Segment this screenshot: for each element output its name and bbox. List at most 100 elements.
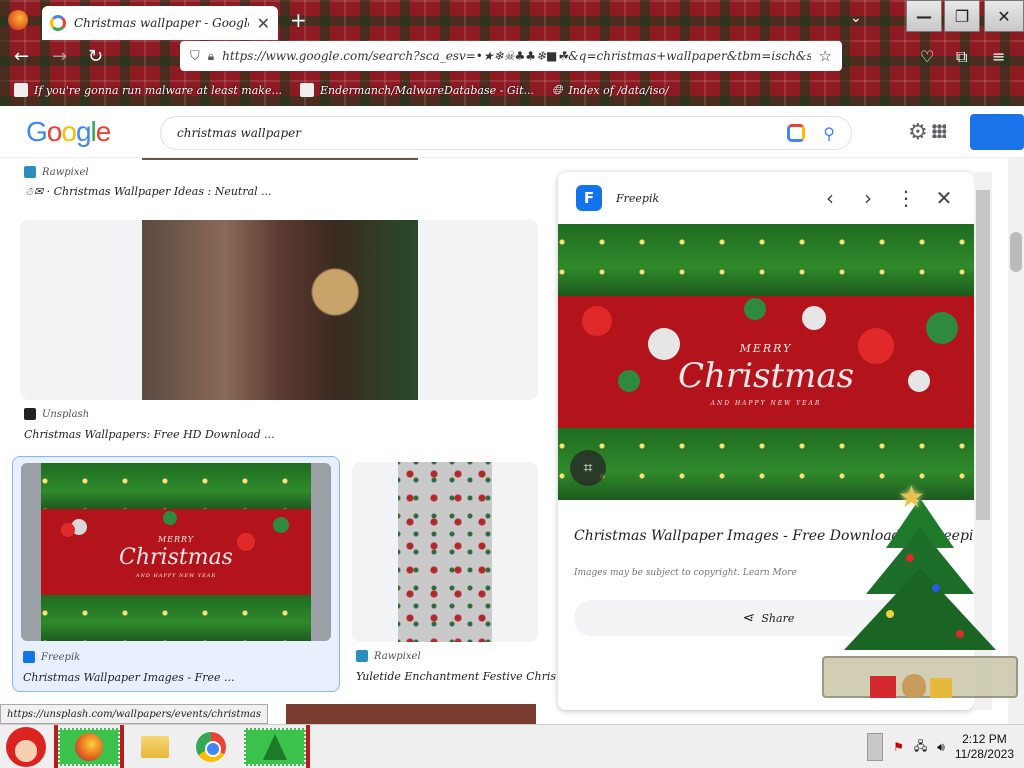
tab-bar: Christmas wallpaper - Google Search ✕ + …	[0, 0, 1024, 40]
bookmark-label: Index of /data/iso/	[568, 83, 669, 97]
close-icon[interactable]: ✕	[932, 186, 956, 210]
bookmark-item-malware-database[interactable]: Endermanch/MalwareDatabase - Git...	[299, 83, 535, 97]
result-source[interactable]: Rawpixel	[356, 650, 421, 662]
taskbar-firefox[interactable]	[58, 728, 120, 766]
ornament	[926, 312, 958, 344]
christmas-tree-overlay[interactable]: ★	[820, 480, 1020, 716]
ornament	[744, 298, 766, 320]
bookmark-favicon-icon	[299, 83, 314, 97]
thumb-sub: AND HAPPY NEW YEAR	[135, 573, 217, 579]
tree-ornament	[886, 610, 894, 618]
result-image[interactable]	[398, 462, 492, 642]
search-icon[interactable]: ⚲	[823, 124, 835, 143]
chevron-down-icon[interactable]: ⌄	[850, 10, 862, 26]
result-card[interactable]	[352, 462, 538, 642]
taskbar: ⚑ 🖧︎ 🔊︎ 2:12 PM 11/28/2023	[0, 724, 1024, 768]
clock-date: 11/28/2023	[954, 747, 1014, 761]
search-box[interactable]: christmas wallpaper ⚲	[160, 116, 852, 150]
chevron-right-icon[interactable]: ›	[856, 186, 880, 210]
ornament	[163, 511, 177, 525]
forward-button[interactable]: →	[52, 46, 67, 67]
shield-icon[interactable]: ⛉	[190, 49, 200, 64]
clock[interactable]: 2:12 PM 11/28/2023	[955, 732, 1014, 762]
extensions-icon[interactable]: ⧉	[956, 47, 967, 67]
page-scrollbar-thumb[interactable]	[1010, 232, 1022, 272]
bookmark-label: Endermanch/MalwareDatabase - Git...	[319, 83, 535, 97]
google-lens-icon[interactable]	[787, 124, 806, 142]
thumb-merry: MERRY	[157, 535, 195, 544]
close-tab-icon[interactable]: ✕	[257, 14, 270, 33]
result-card-selected[interactable]: MERRY Christmas AND HAPPY NEW YEAR Freep…	[12, 456, 340, 692]
bookmark-star-icon[interactable]: ☆	[819, 47, 832, 65]
preview-christmas: Christmas	[677, 356, 855, 396]
result-caption[interactable]: Christmas Wallpaper Images - Free ...	[23, 671, 234, 684]
result-image-partial[interactable]	[286, 704, 536, 724]
ornament	[802, 306, 826, 330]
taskbar-chrome[interactable]	[180, 728, 242, 766]
source-label: Rawpixel	[42, 166, 89, 178]
copyright-note[interactable]: Images may be subject to copyright. Lear…	[574, 568, 797, 578]
reload-button[interactable]: ↻	[88, 46, 103, 67]
restore-button[interactable]: ❐	[944, 0, 980, 32]
taskbar-file-explorer[interactable]	[124, 728, 186, 766]
unsplash-favicon-icon	[24, 408, 36, 420]
new-tab-button[interactable]: +	[290, 8, 307, 32]
more-options-icon[interactable]: ⋮	[894, 186, 918, 210]
gift-icon	[870, 676, 896, 698]
tab-title: Christmas wallpaper - Google Search	[74, 16, 249, 30]
result-source[interactable]: Freepik	[23, 651, 80, 663]
result-card[interactable]	[20, 220, 538, 400]
pocket-icon[interactable]: ♡	[920, 47, 934, 66]
garland-top	[41, 463, 311, 510]
chrome-icon	[196, 732, 226, 762]
bookmark-item-index-iso[interactable]: 🌐︎ Index of /data/iso/	[552, 83, 669, 98]
url-bar[interactable]: ⛉ 🔒︎ https://www.google.com/search?sca_e…	[180, 41, 842, 71]
network-icon[interactable]: 🖧︎	[914, 737, 927, 758]
globe-icon: 🌐︎	[552, 82, 563, 98]
result-image[interactable]	[142, 220, 418, 400]
result-caption[interactable]: Christmas Wallpapers: Free HD Download .…	[24, 428, 275, 441]
result-image[interactable]: MERRY Christmas AND HAPPY NEW YEAR	[41, 463, 311, 641]
preview-site-name[interactable]: Freepik	[616, 192, 804, 205]
panel-scrollbar-thumb[interactable]	[976, 190, 990, 520]
freepik-logo-icon[interactable]: F	[576, 185, 602, 211]
result-caption[interactable]: ☃✉ · Christmas Wallpaper Ideas : Neutral…	[24, 185, 272, 198]
show-hidden-icons[interactable]	[867, 733, 884, 761]
browser-chrome: Christmas wallpaper - Google Search ✕ + …	[0, 0, 1024, 106]
security-alert-icon[interactable]: ⚑	[893, 740, 904, 754]
source-label: Freepik	[41, 651, 81, 663]
chevron-left-icon[interactable]: ‹	[818, 186, 842, 210]
search-input[interactable]: christmas wallpaper	[177, 126, 787, 140]
result-image-partial[interactable]	[142, 158, 418, 160]
apps-grid-icon[interactable]	[932, 124, 946, 138]
gear-icon[interactable]: ⚙	[908, 120, 928, 145]
close-window-button[interactable]: ✕	[984, 0, 1024, 32]
bookmark-item-malware-tip[interactable]: If you're gonna run malware at least mak…	[14, 83, 282, 97]
garland-bottom	[41, 594, 311, 641]
rawpixel-favicon-icon	[24, 166, 36, 178]
clock-time: 2:12 PM	[962, 732, 1007, 746]
taskbar-divider	[306, 725, 310, 768]
menu-icon[interactable]: ≡	[992, 47, 1005, 66]
google-logo[interactable]: Google	[26, 116, 111, 148]
lens-icon: ⌗	[583, 458, 593, 477]
preview-image[interactable]: MERRY Christmas AND HAPPY NEW YEAR	[558, 224, 974, 500]
firefox-menu-icon[interactable]	[8, 10, 28, 30]
christmas-tree-icon	[263, 734, 287, 760]
folder-icon	[141, 736, 169, 758]
result-caption[interactable]: Yuletide Enchantment Festive Christmas .…	[356, 670, 556, 683]
minimize-button[interactable]: —	[906, 0, 942, 32]
sign-in-button[interactable]	[970, 114, 1024, 150]
lock-icon[interactable]: 🔒︎	[208, 49, 214, 64]
preview-sub: AND HAPPY NEW YEAR	[710, 400, 822, 407]
back-button[interactable]: ←	[14, 46, 29, 67]
tab-google-search[interactable]: Christmas wallpaper - Google Search ✕	[42, 6, 278, 40]
start-button-santa-icon[interactable]	[6, 727, 46, 767]
volume-icon[interactable]: 🔊︎	[937, 740, 945, 755]
result-source[interactable]: Rawpixel	[24, 166, 89, 178]
url-text[interactable]: https://www.google.com/search?sca_esv=•★…	[222, 49, 810, 63]
tree-ornament	[932, 584, 940, 592]
taskbar-christmas-tree-app[interactable]	[244, 728, 306, 766]
lens-search-button[interactable]: ⌗	[570, 450, 606, 486]
result-source[interactable]: Unsplash	[24, 408, 89, 420]
